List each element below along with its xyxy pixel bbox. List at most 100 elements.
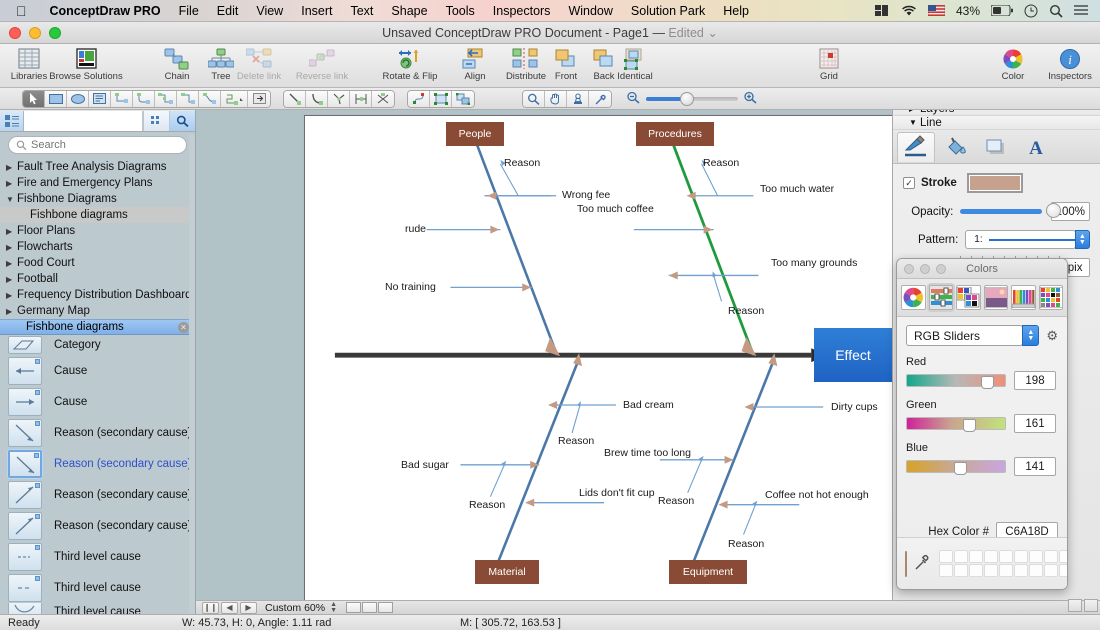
category-box-procedures[interactable]: Procedures (636, 122, 714, 146)
tree-item-food-court[interactable]: ▶ Food Court (0, 255, 195, 271)
sidebar-scrollbar[interactable] (189, 134, 195, 614)
cause-label-reason-equipment-1[interactable]: Reason (658, 496, 694, 507)
menu-item-solution-park[interactable]: Solution Park (622, 4, 714, 18)
rectangle-icon[interactable] (45, 90, 67, 107)
menu-item-inspectors[interactable]: Inspectors (484, 4, 560, 18)
color-mode-select[interactable]: RGB Sliders (906, 325, 1024, 346)
tree-item-germany-map[interactable]: ▶ Germany Map (0, 303, 195, 319)
zoom-level-stepper[interactable]: ▲ ▼ (330, 601, 337, 614)
inspector-section-line[interactable]: ▼ Line (893, 116, 1100, 130)
cause-label-reason-procedures-1[interactable]: Reason (703, 158, 739, 169)
toolbar-button-reverse-link[interactable]: Reverse link (288, 45, 356, 87)
cause-label-dirty-cups[interactable]: Dirty cups (831, 402, 878, 413)
page-tabs[interactable] (346, 602, 394, 613)
cause-label-too-much-coffee[interactable]: Too much coffee (577, 204, 654, 215)
stamp-tool-icon[interactable] (567, 90, 589, 107)
document-page[interactable]: People Procedures Material Equipment Eff… (304, 115, 894, 601)
blue-slider-handle[interactable] (954, 462, 967, 475)
green-slider[interactable] (906, 417, 1006, 432)
cause-label-too-much-water[interactable]: Too much water (760, 184, 834, 195)
stroke-checkbox[interactable]: ✓ (903, 177, 915, 189)
category-box-people[interactable]: People (446, 122, 504, 146)
notification-center-icon[interactable] (1074, 5, 1088, 16)
pencils-icon[interactable] (1011, 285, 1036, 310)
cause-label-bad-cream[interactable]: Bad cream (623, 400, 674, 411)
close-icon[interactable]: ✕ (178, 321, 189, 333)
gear-icon[interactable]: ⚙ (1046, 328, 1058, 344)
paint-bucket-icon[interactable] (937, 132, 975, 162)
next-page-icon[interactable]: ▶ (240, 601, 257, 614)
mission-control-icon[interactable] (874, 4, 890, 17)
zoom-slider-track[interactable] (646, 91, 738, 106)
palettes-icon[interactable] (956, 285, 981, 310)
menu-item-file[interactable]: File (170, 4, 208, 18)
zoom-slider-control[interactable] (626, 91, 758, 107)
color-mode-stepper[interactable]: ▲ ▼ (1022, 325, 1040, 346)
pattern-stepper[interactable]: ▲ ▼ (1074, 230, 1090, 249)
arc-icon[interactable] (306, 90, 328, 107)
green-value[interactable]: 161 (1014, 414, 1056, 433)
chevron-right-icon[interactable]: ▶ (6, 291, 17, 300)
chevron-right-icon[interactable]: ▶ (6, 179, 17, 188)
text-a-icon[interactable]: A (1017, 132, 1055, 162)
cause-label-reason-material-1[interactable]: Reason (558, 436, 594, 447)
chevron-right-icon[interactable]: ▶ (6, 163, 17, 172)
sliders-icon[interactable] (928, 285, 953, 310)
tree-item-football[interactable]: ▶ Football (0, 271, 195, 287)
menu-item-insert[interactable]: Insert (292, 4, 341, 18)
shadow-box-icon[interactable] (977, 132, 1015, 162)
multi-connector-icon[interactable] (221, 90, 248, 107)
pen-line-icon[interactable] (897, 131, 935, 162)
spotlight-search-icon[interactable] (1049, 4, 1063, 18)
chevron-right-icon[interactable]: ▶ (6, 307, 17, 316)
apple-logo-icon[interactable]:  (16, 4, 27, 18)
toolbar-button-delete-link[interactable]: Delete link (228, 45, 290, 87)
us-flag-input-icon[interactable] (927, 5, 945, 16)
tree-item-fault-tree[interactable]: ▶ Fault Tree Analysis Diagrams (0, 159, 195, 175)
menu-item-shape[interactable]: Shape (382, 4, 436, 18)
toolbar-button-inspectors[interactable]: i Inspectors (1040, 45, 1100, 87)
toolbar-button-grid[interactable]: Grid (800, 45, 858, 87)
effect-box[interactable]: Effect (814, 328, 892, 382)
zoom-out-icon[interactable] (626, 91, 641, 107)
battery-icon[interactable] (991, 5, 1013, 16)
library-item-reason-4[interactable]: Reason (secondary cause) (0, 510, 195, 541)
polyline-icon[interactable] (328, 90, 350, 107)
menu-item-edit[interactable]: Edit (208, 4, 248, 18)
dimension-icon[interactable] (350, 90, 372, 107)
cause-label-reason-people[interactable]: Reason (504, 158, 540, 169)
library-item-third-level-3[interactable]: Third level cause (0, 603, 195, 614)
list-view-icon[interactable] (0, 110, 24, 131)
toolbar-button-color[interactable]: Color (984, 45, 1042, 87)
hand-tool-icon[interactable] (545, 90, 567, 107)
category-box-material[interactable]: Material (475, 560, 539, 584)
pause-icon[interactable]: ❙❙ (202, 601, 219, 614)
text-box-icon[interactable] (89, 90, 111, 107)
cause-label-brew-time-too-long[interactable]: Brew time too long (604, 448, 691, 459)
cause-label-coffee-not-hot-enough[interactable]: Coffee not hot enough (765, 490, 869, 501)
tree-item-floor-plans[interactable]: ▶ Floor Plans (0, 223, 195, 239)
cause-label-bad-sugar[interactable]: Bad sugar (401, 460, 449, 471)
red-slider[interactable] (906, 374, 1006, 389)
straight-line-icon[interactable] (284, 90, 306, 107)
library-item-third-level-1[interactable]: Third level cause (0, 541, 195, 572)
tree-item-fishbone-diagrams-child[interactable]: Fishbone diagrams (0, 207, 195, 223)
zoom-in-icon[interactable] (743, 91, 758, 107)
red-value[interactable]: 198 (1014, 371, 1056, 390)
edit-points-icon[interactable] (408, 90, 430, 107)
menu-item-view[interactable]: View (247, 4, 292, 18)
blue-value[interactable]: 141 (1014, 457, 1056, 476)
library-item-reason-3[interactable]: Reason (secondary cause) (0, 479, 195, 510)
green-slider-handle[interactable] (963, 419, 976, 432)
library-item-reason-2[interactable]: Reason (secondary cause) (0, 448, 195, 479)
zoom-level-select[interactable]: Custom 60% ▲ ▼ (265, 601, 337, 614)
eyedropper-tool-icon[interactable] (589, 90, 611, 107)
tree-item-fishbone-diagrams[interactable]: ▼ Fishbone Diagrams (0, 191, 195, 207)
toolbar-button-browse-solutions[interactable]: Browse Solutions (48, 45, 124, 87)
tree-item-fire-emergency[interactable]: ▶ Fire and Emergency Plans (0, 175, 195, 191)
cause-label-no-training[interactable]: No training (385, 282, 436, 293)
chevron-right-icon[interactable]: ▶ (6, 243, 17, 252)
zoom-slider-handle[interactable] (680, 91, 694, 106)
prev-page-icon[interactable]: ◀ (221, 601, 238, 614)
menu-item-help[interactable]: Help (714, 4, 758, 18)
